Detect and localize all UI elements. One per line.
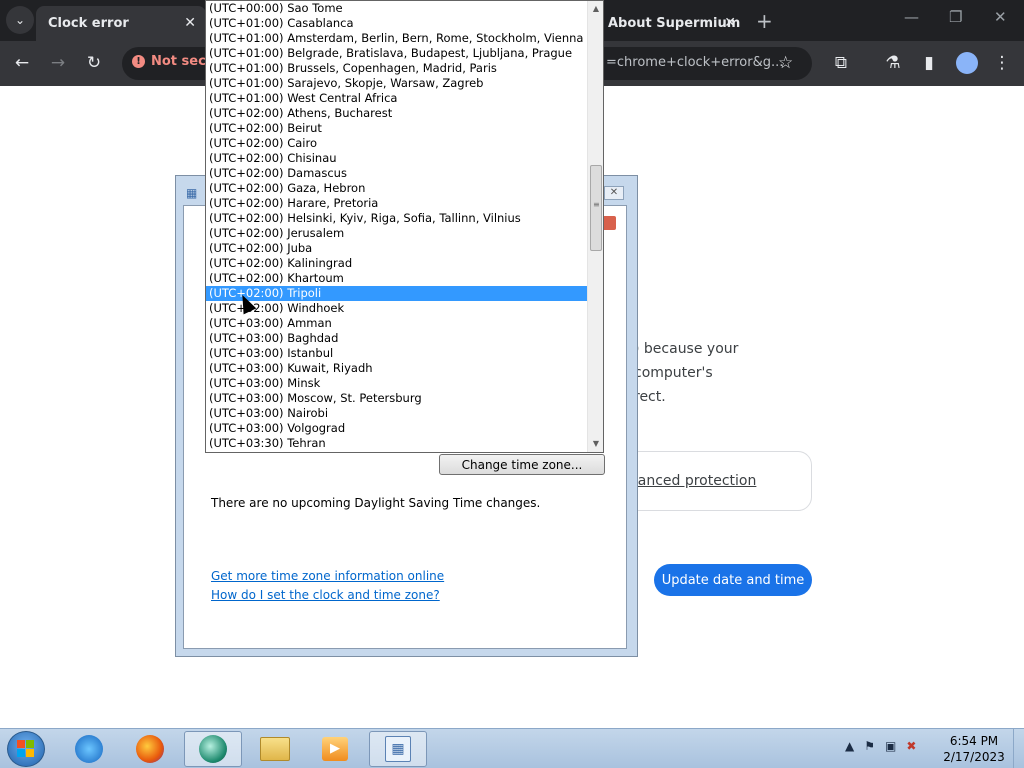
time-zone-option[interactable]: (UTC+01:00) West Central Africa [206, 91, 587, 106]
warning-icon: ! [132, 55, 145, 68]
time-zone-option[interactable]: (UTC+01:00) Casablanca [206, 16, 587, 31]
time-zone-option[interactable]: (UTC+02:00) Helsinki, Kyiv, Riga, Sofia,… [206, 211, 587, 226]
time-zone-option[interactable]: (UTC+02:00) Kaliningrad [206, 256, 587, 271]
start-button[interactable] [7, 731, 45, 767]
grip-icon: ≡ [593, 200, 600, 209]
tab-title: About Supermium [608, 16, 741, 31]
time-zone-option[interactable]: (UTC+02:00) Athens, Bucharest [206, 106, 587, 121]
network-icon[interactable]: ▣ [885, 739, 896, 753]
time-zone-option[interactable]: (UTC+02:00) Tripoli [206, 286, 587, 301]
taskbar-date-time[interactable]: ▦ [369, 731, 427, 767]
how-set-clock-link[interactable]: How do I set the clock and time zone? [211, 588, 440, 602]
forward-arrow-icon[interactable]: → [45, 50, 71, 76]
tab-close-icon[interactable]: ✕ [184, 15, 196, 31]
windows-taskbar: ▶ ▦ ▲ ⚑ ▣ ✖ 6:54 PM 2/17/2023 [0, 728, 1024, 768]
tab-clock-error[interactable]: Clock error ✕ [36, 6, 206, 41]
show-hidden-icons-arrow-icon[interactable]: ▲ [845, 739, 854, 753]
clock-date: 2/17/2023 [943, 750, 1005, 764]
reload-icon[interactable]: ↻ [81, 50, 107, 76]
time-zone-option[interactable]: (UTC+03:00) Minsk [206, 376, 587, 391]
menu-kebab-icon[interactable]: ⋮ [989, 50, 1015, 76]
time-zone-option[interactable]: (UTC+01:00) Brussels, Copenhagen, Madrid… [206, 61, 587, 76]
extensions-icon[interactable]: ⧉ [828, 50, 854, 76]
action-center-flag-icon[interactable]: ⚑ [864, 739, 875, 753]
more-tz-info-link[interactable]: Get more time zone information online [211, 569, 444, 583]
error-line: ) because your computer's [634, 341, 739, 381]
bookmark-star-icon[interactable]: ☆ [778, 53, 793, 73]
tab-close-icon[interactable]: ✕ [724, 15, 736, 31]
time-zone-option[interactable]: (UTC+02:00) Gaza, Hebron [206, 181, 587, 196]
time-zone-option[interactable]: (UTC+02:00) Juba [206, 241, 587, 256]
taskbar-media-player[interactable]: ▶ [306, 731, 364, 767]
update-date-time-button[interactable]: Update date and time [654, 564, 812, 596]
time-zone-option[interactable]: (UTC+03:00) Moscow, St. Petersburg [206, 391, 587, 406]
volume-muted-icon[interactable]: ✖ [906, 739, 916, 753]
scroll-down-arrow-icon[interactable]: ▼ [588, 436, 603, 452]
time-zone-option[interactable]: (UTC+01:00) Sarajevo, Skopje, Warsaw, Za… [206, 76, 587, 91]
time-zone-dropdown-list[interactable]: (UTC+00:00) Sao Tome (UTC+01:00) Casablan… [205, 0, 604, 453]
enhanced-protection-link[interactable]: nhanced protection [620, 473, 756, 489]
time-zone-option[interactable]: (UTC+00:00) Sao Tome [206, 1, 587, 16]
time-zone-option[interactable]: (UTC+03:30) Tehran [206, 436, 587, 451]
internet-explorer-icon [75, 735, 103, 763]
supermium-icon [199, 735, 227, 763]
taskbar-explorer[interactable] [246, 731, 304, 767]
system-tray: ▲ ⚑ ▣ ✖ [845, 739, 916, 753]
restore-icon[interactable]: ❐ [949, 8, 962, 26]
clock-time: 6:54 PM [949, 734, 999, 748]
taskbar-firefox[interactable] [121, 731, 179, 767]
tab-search-button[interactable]: ⌄ [6, 6, 34, 34]
time-zone-option[interactable]: (UTC+01:00) Belgrade, Bratislava, Budape… [206, 46, 587, 61]
labs-flask-icon[interactable]: ⚗ [880, 50, 906, 76]
show-desktop-button[interactable] [1013, 729, 1024, 768]
time-zone-option[interactable]: (UTC+03:00) Baghdad [206, 331, 587, 346]
taskbar-supermium[interactable] [184, 731, 242, 767]
url-text: =chrome+clock+error&g... [606, 55, 784, 70]
time-zone-option[interactable]: (UTC+02:00) Damascus [206, 166, 587, 181]
time-zone-options: (UTC+00:00) Sao Tome (UTC+01:00) Casablan… [206, 1, 587, 451]
error-description: ) because your computer's rect. [634, 337, 814, 409]
time-zone-option[interactable]: (UTC+03:00) Istanbul [206, 346, 587, 361]
time-zone-option[interactable]: (UTC+02:00) Cairo [206, 136, 587, 151]
minimize-icon[interactable]: — [904, 8, 919, 26]
date-time-icon: ▦ [385, 736, 411, 762]
time-zone-option[interactable]: (UTC+02:00) Khartoum [206, 271, 587, 286]
scrollbar-thumb[interactable]: ≡ [590, 165, 602, 251]
time-zone-option[interactable]: (UTC+01:00) Amsterdam, Berlin, Bern, Rom… [206, 31, 587, 46]
tab-about-supermium[interactable]: About Supermium ✕ [596, 6, 746, 41]
time-zone-option[interactable]: (UTC+02:00) Beirut [206, 121, 587, 136]
time-zone-option[interactable]: (UTC+03:00) Volgograd [206, 421, 587, 436]
windows-logo-icon [17, 740, 35, 758]
time-zone-option[interactable]: (UTC+03:00) Amman [206, 316, 587, 331]
time-zone-option[interactable]: (UTC+02:00) Jerusalem [206, 226, 587, 241]
dst-info-text: There are no upcoming Daylight Saving Ti… [211, 496, 541, 510]
time-zone-option[interactable]: (UTC+02:00) Harare, Pretoria [206, 196, 587, 211]
new-tab-icon[interactable]: + [756, 9, 773, 33]
time-zone-option[interactable]: (UTC+03:00) Nairobi [206, 406, 587, 421]
tab-title: Clock error [48, 16, 129, 31]
time-zone-option[interactable]: (UTC+02:00) Windhoek [206, 301, 587, 316]
back-arrow-icon[interactable]: ← [9, 50, 35, 76]
file-explorer-icon [260, 737, 290, 761]
firefox-icon [136, 735, 164, 763]
error-line: rect. [634, 389, 666, 405]
close-window-icon[interactable]: ✕ [994, 8, 1007, 26]
scroll-up-arrow-icon[interactable]: ▲ [588, 1, 603, 17]
profile-avatar[interactable] [956, 52, 978, 74]
taskbar-ie[interactable] [60, 731, 118, 767]
outer-close-icon[interactable]: ✕ [604, 186, 624, 200]
media-player-icon: ▶ [322, 737, 348, 761]
dropdown-scrollbar[interactable]: ▲ ≡ ▼ [587, 1, 603, 452]
change-time-zone-button[interactable]: Change time zone... [439, 454, 605, 475]
time-zone-option[interactable]: (UTC+03:00) Kuwait, Riyadh [206, 361, 587, 376]
side-panel-icon[interactable]: ▮ [916, 50, 942, 76]
clock-window-icon: ▦ [186, 186, 198, 200]
taskbar-clock[interactable]: 6:54 PM 2/17/2023 [940, 733, 1008, 765]
time-zone-option[interactable]: (UTC+02:00) Chisinau [206, 151, 587, 166]
